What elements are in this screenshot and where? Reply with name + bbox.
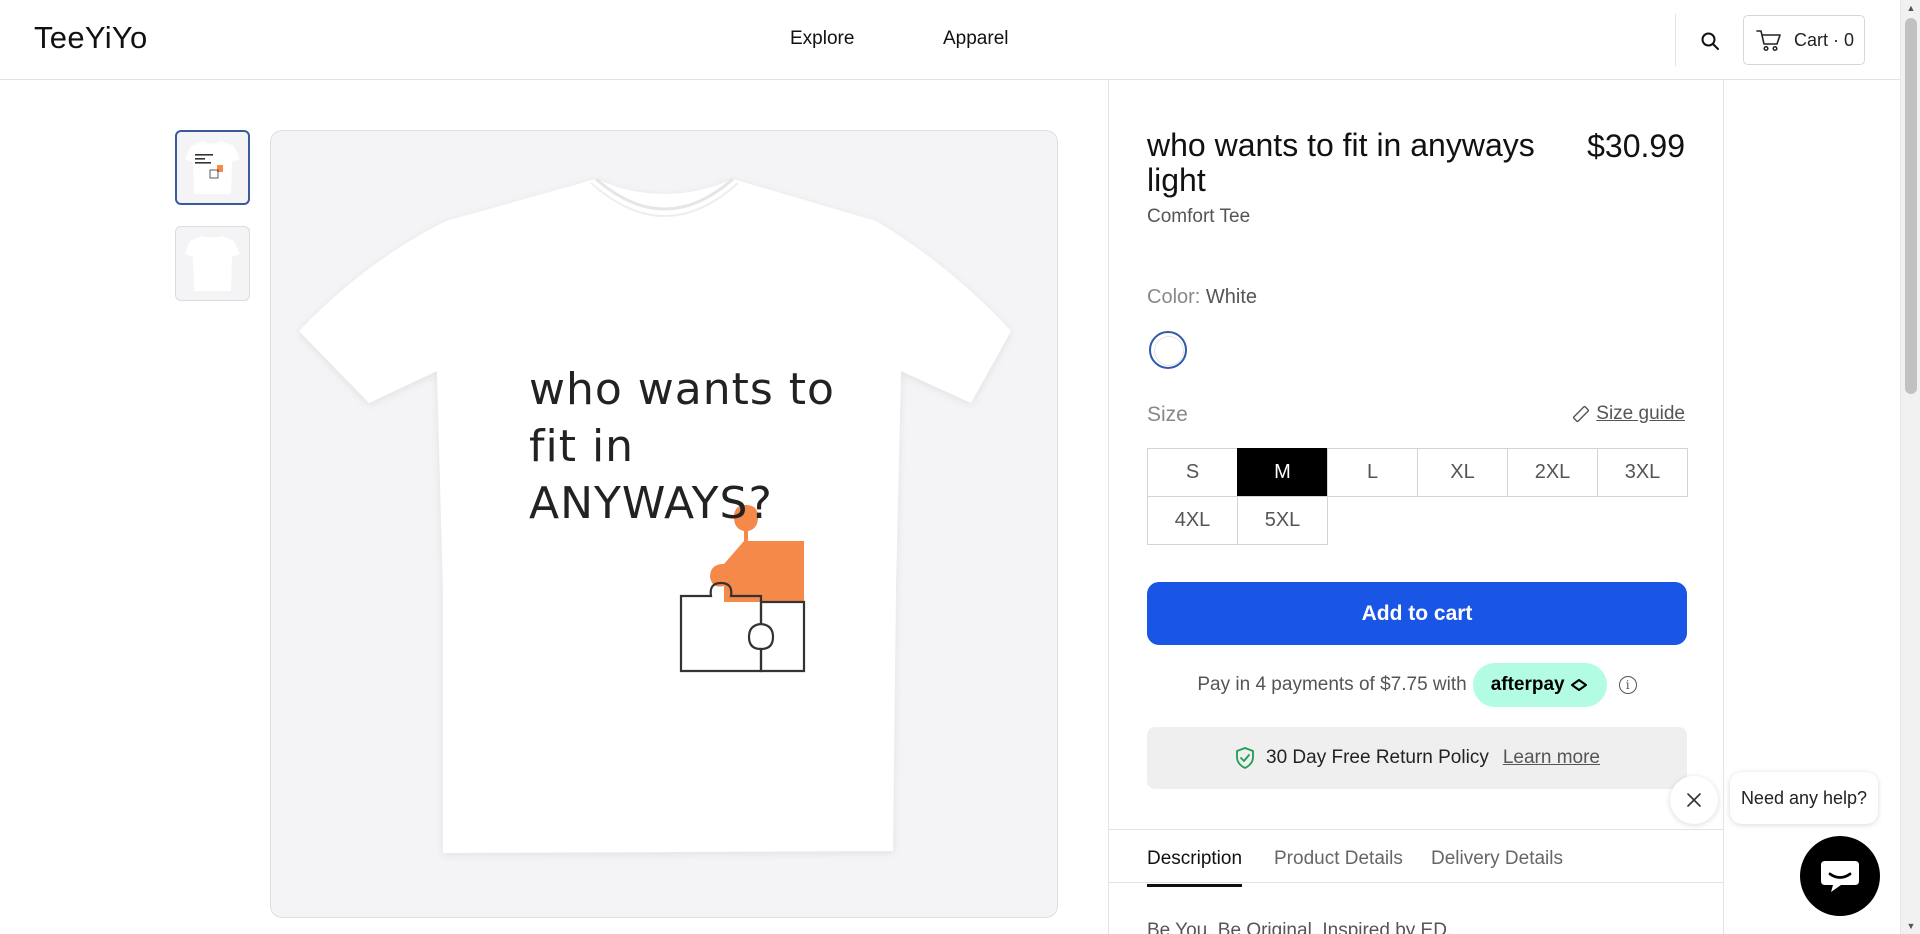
thumbnail-shirt-back-image [185,236,240,291]
shirt-print-line: ANYWAYS? [529,478,773,529]
size-option-3xl[interactable]: 3XL [1597,448,1688,497]
close-icon [1687,793,1701,807]
thumbnail-shirt-front-image [185,141,240,194]
chat-prompt-bubble[interactable]: Need any help? [1730,772,1878,824]
return-policy-text: 30 Day Free Return Policy [1266,747,1489,768]
size-option-s[interactable]: S [1147,448,1238,497]
ruler-icon [1573,405,1590,423]
scroll-down-arrow-icon[interactable]: ▼ [1901,918,1920,934]
size-option-4xl[interactable]: 4XL [1147,496,1238,545]
tab-product-details[interactable]: Product Details [1274,848,1403,884]
afterpay-badge[interactable]: afterpay [1472,663,1607,707]
product-price: $30.99 [1587,128,1685,164]
afterpay-logo-icon [1570,679,1587,691]
shield-check-icon [1236,747,1254,769]
product-info-tabs: Description Product Details Delivery Det… [1109,829,1723,887]
cart-label: Cart · 0 [1794,29,1855,50]
size-option-5xl[interactable]: 5XL [1237,496,1328,545]
site-header: TeeYiYo Explore Apparel Cart · 0 [0,0,1900,80]
scroll-up-arrow-icon[interactable]: ▲ [1901,0,1920,16]
shirt-print-line: who wants to [529,364,835,415]
learn-more-link[interactable]: Learn more [1503,747,1600,769]
afterpay-brand: afterpay [1490,674,1565,695]
search-icon [1701,32,1719,50]
gallery-thumbnail-back[interactable] [175,226,250,301]
size-guide-label: Size guide [1596,403,1685,424]
afterpay-message: Pay in 4 payments of $7.75 with afterpay… [1147,662,1687,708]
nav-explore[interactable]: Explore [790,28,854,50]
tab-delivery-details[interactable]: Delivery Details [1431,848,1563,884]
search-button[interactable] [1692,26,1728,56]
chat-dismiss-button[interactable] [1670,776,1718,824]
return-policy-banner: 30 Day Free Return Policy Learn more [1147,727,1687,789]
main-product-image[interactable]: who wants to fit in ANYWAYS? [270,130,1058,918]
size-guide-link[interactable]: Size guide [1572,403,1685,425]
shirt-print-line: fit in [529,421,635,472]
chat-launcher-button[interactable] [1800,836,1880,916]
add-to-cart-button[interactable]: Add to cart [1147,582,1687,645]
size-option-2xl[interactable]: 2XL [1507,448,1598,497]
size-option-xl[interactable]: XL [1417,448,1508,497]
product-title: who wants to fit in anyways light [1147,127,1535,198]
tab-description[interactable]: Description [1147,848,1243,887]
product-panel: who wants to fit in anyways light $30.99… [1108,80,1724,934]
scrollbar-thumb[interactable] [1905,18,1917,394]
nav-apparel[interactable]: Apparel [943,28,1009,50]
gallery-thumbnail-front[interactable] [175,130,250,205]
chat-icon [1821,861,1859,892]
afterpay-text: Pay in 4 payments of $7.75 with [1197,674,1467,695]
product-description: Be You. Be Original. Inspired by ED. [1147,920,1453,934]
size-label: Size [1147,403,1188,426]
product-type: Comfort Tee [1147,206,1251,227]
info-icon[interactable]: i [1618,676,1637,694]
color-selector-label: Color: White [1147,286,1257,309]
cart-button[interactable]: Cart · 0 [1743,15,1865,65]
header-divider [1675,14,1676,66]
cart-icon [1756,30,1781,52]
page-scrollbar[interactable]: ▲ ▼ [1900,0,1920,934]
site-logo[interactable]: TeeYiYo [34,20,148,56]
size-option-l[interactable]: L [1327,448,1418,497]
color-swatch-white[interactable] [1149,331,1187,369]
color-value: White [1205,286,1258,308]
color-label: Color: [1147,286,1201,308]
size-option-m[interactable]: M [1237,448,1328,497]
